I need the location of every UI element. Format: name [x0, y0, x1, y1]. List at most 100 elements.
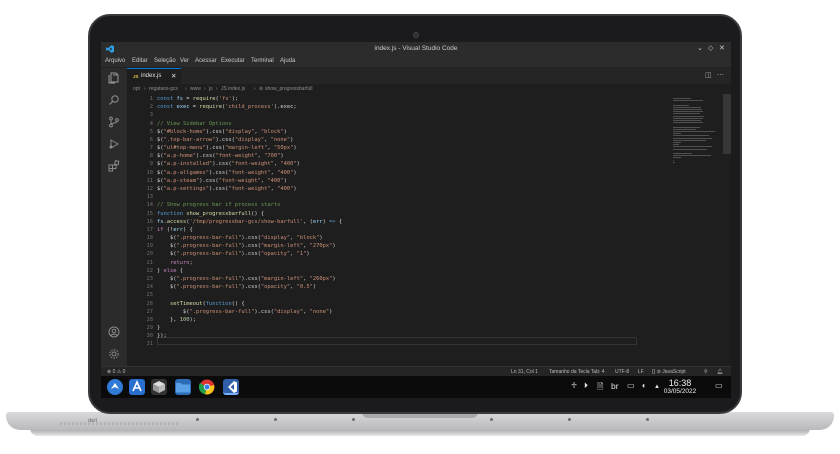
code-line: $(".progress-bar-full").css("opacity", "…: [157, 251, 310, 258]
notifications-bell-icon[interactable]: 🔔︎: [717, 369, 723, 375]
minimap-line: [673, 135, 709, 137]
minimap-line: [673, 146, 712, 148]
line-number: 14: [146, 202, 154, 209]
line-number: 19: [146, 243, 154, 250]
app-launcher-icon[interactable]: [107, 379, 123, 395]
volume-tray-icon[interactable]: ◖: [641, 381, 646, 390]
menu-acessar[interactable]: Acessar: [195, 58, 217, 64]
minimap-line: [673, 148, 708, 150]
minimap-line: [673, 139, 706, 141]
chrome-browser-icon[interactable]: [198, 379, 215, 395]
menu-editar[interactable]: Editar: [132, 58, 148, 64]
code-line: } else {: [157, 267, 183, 274]
line-number: 9: [149, 161, 153, 168]
line-number: 25: [146, 292, 154, 299]
settings-gear-icon[interactable]: [107, 348, 121, 362]
discover-tray-icon[interactable]: ♱: [571, 381, 577, 390]
clock-time: 16:38: [668, 378, 692, 388]
breadcrumb-item[interactable]: www: [190, 86, 201, 92]
feedback-icon[interactable]: ⚲: [704, 369, 708, 375]
line-number: 10: [146, 169, 154, 176]
close-button[interactable]: ✕: [719, 44, 725, 52]
code-line: $(".progress-bar-full").css("display", "…: [157, 235, 323, 242]
more-actions-icon[interactable]: ⋯: [717, 71, 724, 79]
menu-executar[interactable]: Executar: [221, 58, 245, 64]
menu-terminal[interactable]: Terminal: [251, 58, 274, 64]
breadcrumb: opt › regataos-gcs › www › js › JS index…: [127, 84, 731, 94]
line-number: 20: [146, 251, 154, 258]
split-editor-icon[interactable]: ◫: [705, 71, 712, 79]
cursor-position[interactable]: Ln 31, Col 1: [511, 369, 538, 375]
search-icon[interactable]: [107, 94, 121, 108]
tab-label: index.js: [141, 73, 162, 79]
clock-date: 03/05/2022: [663, 388, 697, 395]
tab-size[interactable]: Tamanho da Tecla Tab: 4: [549, 369, 604, 375]
source-control-icon[interactable]: [107, 116, 121, 130]
tab-index-js[interactable]: JS index.js ✕: [127, 68, 181, 84]
code-line: $(".progress-bar-full").css("opacity", "…: [157, 284, 317, 291]
line-number: 16: [146, 218, 154, 225]
line-number: 4: [149, 120, 153, 127]
code-editor[interactable]: 1 2 3 4 5 6 7 8 9 10 11 12 13 14 15 16 17 18 19 20 21 22 23 24 2…: [127, 94, 731, 366]
base-dot: [568, 418, 571, 421]
js-file-icon: JS: [133, 74, 139, 79]
line-number: 18: [146, 235, 154, 242]
line-number: 8: [149, 153, 153, 160]
base-dot: [196, 418, 199, 421]
vscode-taskbar-icon[interactable]: [223, 379, 239, 395]
line-number: 30: [146, 333, 154, 340]
menu-ajuda[interactable]: Ajuda: [280, 58, 295, 64]
clock[interactable]: 16:38 03/05/2022: [656, 378, 704, 396]
current-line-highlight: [157, 337, 637, 345]
network-tray-icon[interactable]: ▭: [627, 381, 635, 390]
title-bar: index.js - Visual Studio Code ⌄ ◇ ✕: [101, 42, 731, 56]
menu-selecao[interactable]: Seleção: [154, 58, 176, 64]
code-line: $("#block-home").css("display", "block"): [157, 128, 287, 135]
webcam: [413, 32, 419, 38]
clipboard-tray-icon[interactable]: 🗎︎: [597, 381, 603, 395]
end-of-line[interactable]: LF: [638, 369, 644, 375]
extensions-icon[interactable]: [107, 160, 121, 174]
minimap-line: [673, 131, 715, 132]
breadcrumb-item[interactable]: show_progressbarfull: [265, 86, 313, 92]
language-mode[interactable]: {} ⊘ JavaScript: [652, 369, 686, 375]
encoding[interactable]: UTF-8: [615, 369, 629, 375]
media-tray-icon[interactable]: ⏵: [584, 381, 588, 391]
tab-close-icon[interactable]: ✕: [171, 72, 176, 80]
line-number: 2: [149, 104, 153, 111]
file-manager-icon[interactable]: [175, 379, 191, 395]
taskbar: ♱ ⏵ 🗎︎ br ▭ ◖ ▲ 16:38 03/05/2022 ▭: [101, 376, 731, 398]
maximize-button[interactable]: ◇: [708, 44, 713, 52]
run-debug-icon[interactable]: [107, 138, 121, 152]
menu-ver[interactable]: Ver: [180, 58, 189, 64]
menu-arquivo[interactable]: Arquivo: [105, 58, 125, 64]
minimap-line: [673, 159, 674, 161]
breadcrumb-item[interactable]: JS index.js: [221, 86, 245, 92]
minimap[interactable]: [669, 94, 721, 214]
line-number: 5: [149, 128, 153, 135]
minimap-line: [673, 117, 704, 119]
breadcrumb-item[interactable]: regataos-gcs: [149, 86, 178, 92]
line-number: 26: [146, 300, 154, 307]
minimize-button[interactable]: ⌄: [697, 44, 703, 52]
account-icon[interactable]: [107, 326, 121, 340]
minimap-line: [673, 100, 704, 102]
laptop-brand: dell: [88, 418, 98, 424]
menu-bar: Arquivo Editar Seleção Ver Acessar Execu…: [101, 56, 731, 68]
speaker-grill: [60, 422, 180, 425]
code-line: }, 100);: [157, 316, 196, 323]
keyboard-layout-indicator[interactable]: br: [611, 381, 619, 391]
breadcrumb-item[interactable]: js: [209, 86, 213, 92]
minimap-line: [673, 122, 704, 124]
code-line: // View Sidebar Options: [157, 120, 232, 127]
vertical-scrollbar[interactable]: [723, 94, 731, 154]
software-store-icon[interactable]: [129, 379, 145, 395]
activity-bar: [101, 68, 127, 366]
breadcrumb-item[interactable]: opt: [133, 86, 140, 92]
problems-indicator[interactable]: ⊗ 0 ⚠ 0: [107, 369, 125, 375]
game-center-icon[interactable]: [151, 379, 167, 395]
show-desktop-icon[interactable]: ▭: [715, 381, 723, 390]
explorer-icon[interactable]: [107, 72, 121, 86]
minimap-line: [673, 137, 712, 139]
base-dot: [274, 418, 277, 421]
